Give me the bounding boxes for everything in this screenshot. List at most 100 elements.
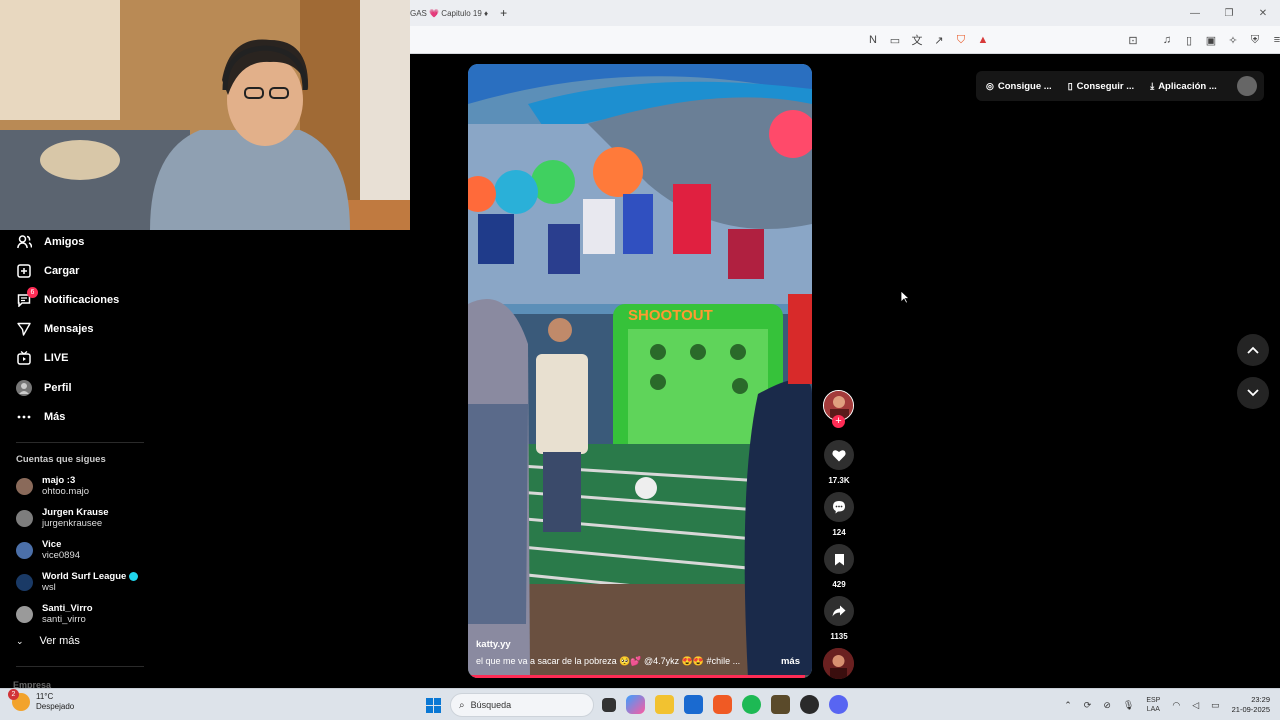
following-header: Cuentas que sigues [16, 454, 106, 465]
wifi-icon[interactable]: ◠ [1172, 700, 1180, 711]
account-handle: ohtoo.majo [42, 486, 90, 497]
sync-icon[interactable]: ⟳ [1084, 700, 1092, 711]
microphone-icon[interactable]: 🎙 [1123, 700, 1134, 711]
browser-tab-bar: GAS 💗 Capitulo 19 ♦ + — ❐ ✕ [410, 0, 1280, 26]
network-off-icon[interactable]: ⊘ [1103, 700, 1111, 711]
taskbar-apps [602, 695, 848, 714]
weather-badge: 2 [8, 689, 19, 700]
music-disc[interactable] [823, 648, 854, 679]
user-avatar[interactable] [1236, 76, 1257, 96]
windows-start-icon[interactable] [426, 698, 441, 713]
share-arrow-icon [832, 605, 846, 617]
search-icon: ⌕ [459, 699, 465, 711]
bookmark-icon [834, 553, 844, 565]
next-video-button[interactable] [1237, 377, 1269, 409]
spotify-icon[interactable] [742, 695, 761, 714]
reader-icon[interactable]: ⊡ [1126, 33, 1140, 47]
sidebar-item-live[interactable]: LIVE [16, 347, 68, 369]
brave-shield-icon[interactable]: ⛉ [954, 33, 968, 47]
previous-video-button[interactable] [1237, 334, 1269, 366]
get-app-label: Conseguir ... [1076, 80, 1135, 92]
sidebar-item-more[interactable]: Más [16, 406, 65, 428]
maximize-button[interactable]: ❐ [1212, 8, 1246, 19]
sidebar-item-profile[interactable]: Perfil [16, 377, 72, 399]
menu-icon[interactable]: ≡ [1270, 33, 1280, 47]
share-button[interactable] [824, 596, 854, 626]
clock-time: 23:29 [1251, 695, 1270, 704]
followed-account[interactable]: Vice vice0894 [16, 539, 80, 562]
discord-icon[interactable] [829, 695, 848, 714]
account-handle: jurgenkrausee [42, 518, 103, 529]
browser-tab[interactable]: GAS 💗 Capitulo 19 ♦ [410, 0, 488, 26]
obs-icon[interactable] [800, 695, 819, 714]
language-indicator[interactable]: ESP LAA [1146, 696, 1160, 714]
desktop-app-button[interactable]: ⤓ Aplicación ... [1150, 81, 1217, 92]
account-name: Santi_Virro [42, 603, 93, 614]
sidebar-icon[interactable]: ▯ [1182, 33, 1196, 47]
sidebar: Amigos Cargar 6 Notificaciones Mensajes [0, 230, 160, 690]
save-button[interactable] [824, 544, 854, 574]
volume-icon[interactable]: ◁ [1192, 700, 1199, 711]
temperature: 11°C [36, 692, 54, 701]
avatar [16, 478, 33, 495]
sidebar-item-messages[interactable]: Mensajes [16, 318, 94, 340]
search-placeholder: Búsqueda [470, 700, 512, 710]
wallet-icon[interactable]: ▣ [1204, 33, 1218, 47]
video-banner-text: SHOOTOUT [628, 307, 713, 324]
like-count: 17.3K [828, 476, 850, 485]
sidebar-item-friends[interactable]: Amigos [16, 231, 84, 253]
media-icon[interactable]: ♫ [1160, 33, 1174, 47]
followed-account[interactable]: Santi_Virro santi_virro [16, 603, 93, 626]
taskbar-search[interactable]: ⌕ Búsqueda [450, 693, 594, 717]
notification-badge: 6 [27, 287, 38, 298]
friends-icon [16, 234, 32, 250]
sidebar-item-upload[interactable]: Cargar [16, 260, 79, 282]
webcam-image [0, 0, 410, 230]
get-app-button[interactable]: ▯ Conseguir ... [1068, 81, 1135, 92]
caption-more-button[interactable]: más [781, 656, 800, 667]
top-action-bar: ◎ Consigue ... ▯ Conseguir ... ⤓ Aplicac… [976, 71, 1264, 101]
battery-icon[interactable]: ▭ [1211, 700, 1220, 711]
file-explorer-icon[interactable] [655, 695, 674, 714]
see-more-button[interactable]: ⌄ Ver más [16, 635, 80, 647]
get-coins-button[interactable]: ◎ Consigue ... [986, 81, 1052, 92]
coin-icon: ◎ [986, 80, 994, 91]
clock[interactable]: 23:29 21-09-2025 [1232, 695, 1270, 715]
video-progress-bar[interactable] [468, 675, 812, 678]
download-icon: ⤓ [1150, 80, 1155, 91]
weather-widget[interactable]: 2 11°C Despejado [8, 689, 74, 712]
video-author[interactable]: katty.yy [476, 639, 511, 650]
share-icon[interactable]: ↗ [932, 33, 946, 47]
like-button[interactable] [824, 440, 854, 470]
browser-toolbar: N ▭ 文 ↗ ⛉ ▲ ⊡ ♫ ▯ ▣ ✧ ⛨ ≡ [410, 26, 1280, 54]
tray-chevron-up-icon[interactable]: ⌃ [1064, 700, 1072, 711]
video-player[interactable]: SHOOTOUT katty.yy el que me va a sacar d… [468, 64, 812, 678]
copilot-icon[interactable] [626, 695, 645, 714]
live-icon [16, 350, 32, 366]
video-progress-fill [468, 675, 806, 678]
store-icon[interactable] [684, 695, 703, 714]
close-window-button[interactable]: ✕ [1246, 8, 1280, 19]
followed-account[interactable]: majo :3 ohtoo.majo [16, 475, 89, 498]
task-view-icon[interactable] [602, 698, 616, 712]
keyboard-layout: LAA [1146, 706, 1160, 713]
followed-account[interactable]: Jurgen Krause jurgenkrausee [16, 507, 109, 530]
no-translate-icon[interactable]: N [866, 33, 880, 47]
sidebar-item-notifications[interactable]: 6 Notificaciones [16, 287, 119, 311]
follow-plus-button[interactable]: + [832, 415, 845, 428]
new-tab-button[interactable]: + [500, 6, 507, 20]
brave-browser-icon[interactable] [713, 695, 732, 714]
sidebar-item-label: Cargar [44, 265, 80, 277]
verified-icon [129, 571, 139, 581]
cast-icon[interactable]: ▭ [888, 33, 902, 47]
comment-button[interactable] [824, 492, 854, 522]
vpn-icon[interactable]: ⛨ [1248, 33, 1262, 47]
minimize-button[interactable]: — [1178, 8, 1212, 19]
followed-account[interactable]: World Surf League wsl [16, 571, 139, 594]
leo-icon[interactable]: ✧ [1226, 33, 1240, 47]
game-app-icon[interactable] [771, 695, 790, 714]
avatar [16, 574, 33, 591]
video-caption: el que me va a sacar de la pobreza 🥺💕 @4… [476, 656, 741, 666]
translate-icon[interactable]: 文 [910, 33, 924, 47]
brave-rewards-icon[interactable]: ▲ [976, 33, 990, 47]
